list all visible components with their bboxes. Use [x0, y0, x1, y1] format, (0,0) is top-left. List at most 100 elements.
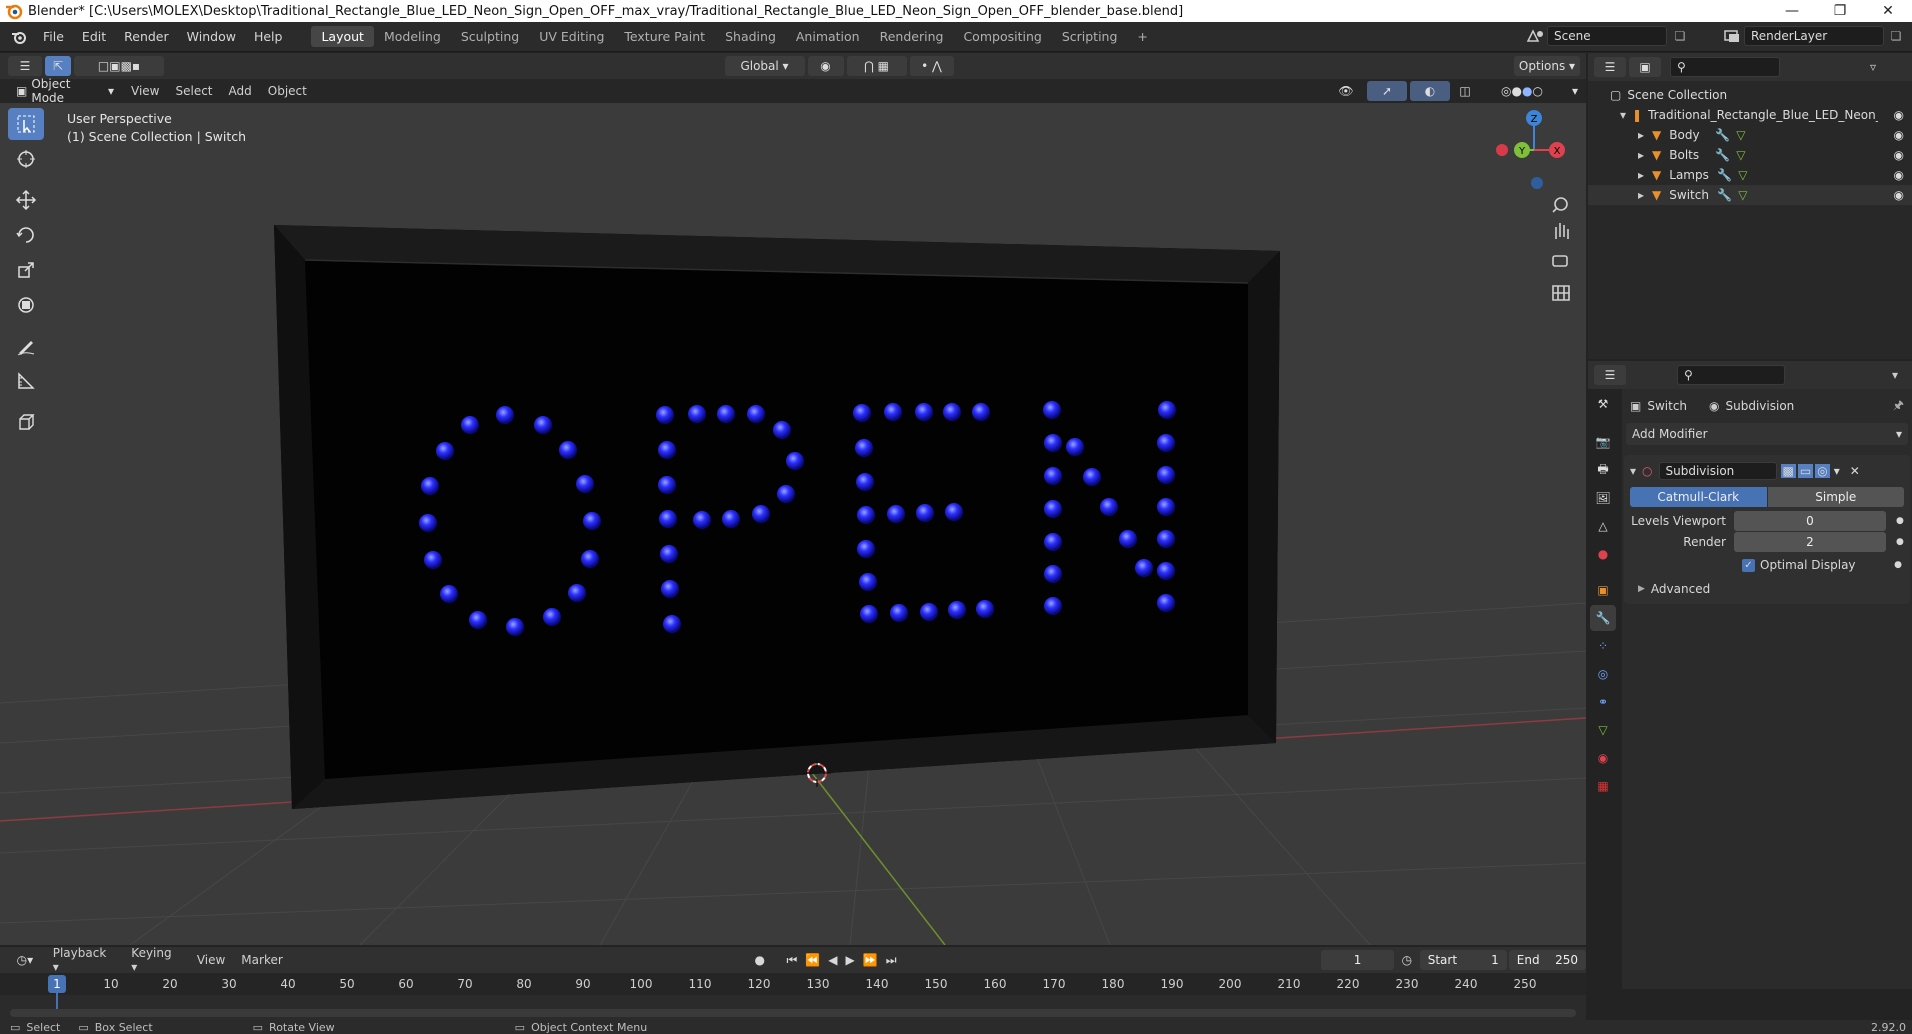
keyframe-dot-icon[interactable]: ● [1896, 537, 1904, 547]
transform-orientation-dropdown[interactable]: Global ▾ [724, 56, 805, 76]
eye-icon[interactable]: ◉ [1894, 128, 1904, 142]
stopwatch-icon[interactable]: ◷ [1394, 953, 1420, 967]
eye-icon[interactable]: ◉ [1894, 108, 1904, 122]
add-workspace-icon[interactable]: + [1127, 26, 1157, 47]
outliner-item-lamps[interactable]: ▸ ▼ Lamps 🔧 ▽ ◉ [1588, 165, 1912, 185]
advanced-section-header[interactable]: ▶ Advanced [1630, 582, 1904, 596]
catmull-clark-button[interactable]: Catmull-Clark [1630, 487, 1767, 507]
menu-file[interactable]: File [34, 29, 73, 44]
tab-texture-paint[interactable]: Texture Paint [614, 26, 715, 47]
outliner-editor-type-icon[interactable]: ☰ [1594, 57, 1626, 77]
jump-start-icon[interactable]: ⏮ [787, 953, 798, 968]
scene-copy-icon[interactable]: ❏ [1667, 29, 1693, 43]
collapse-arrow-icon[interactable]: ▸ [1638, 188, 1644, 202]
eye-icon[interactable]: ◉ [1894, 148, 1904, 162]
view-layer-tab-icon[interactable]: 🖼 [1590, 485, 1616, 511]
select-tool-icon[interactable]: ⇱ [45, 56, 71, 76]
keyframe-dot-icon[interactable]: ● [1894, 560, 1902, 570]
rotate-tool-icon[interactable] [8, 219, 44, 251]
gizmo-x-label[interactable]: X [1554, 146, 1561, 157]
edit-mode-toggle-icon[interactable]: ▩ [1780, 464, 1796, 478]
transform-tool-icon[interactable] [8, 289, 44, 321]
editor-type-icon[interactable]: ☰ [8, 56, 42, 76]
play-reverse-icon[interactable]: ◀ [828, 953, 837, 968]
modifier-tab-icon[interactable]: 🔧 [1590, 605, 1616, 631]
timeline-scrollbar[interactable] [10, 1009, 1576, 1017]
filter-icon[interactable]: ▿ [1870, 60, 1906, 74]
timeline-view-menu[interactable]: View [189, 953, 233, 967]
viewport-nav-buttons[interactable] [1552, 197, 1570, 301]
options-dropdown[interactable]: Options ▾ [1514, 56, 1580, 76]
overlay-toggle-icon[interactable]: ◐ [1410, 81, 1450, 101]
end-frame-field[interactable]: End 250 [1508, 950, 1586, 970]
viewport-toggle-icon[interactable]: ▭ [1797, 464, 1814, 478]
select-menu[interactable]: Select [167, 84, 220, 98]
playback-menu[interactable]: Playback ▾ [45, 946, 124, 974]
scene-selector[interactable]: Scene ❏ [1525, 24, 1693, 48]
expand-arrow-icon[interactable]: ▾ [1620, 108, 1626, 122]
display-mode-icon[interactable]: ▣ [1629, 57, 1661, 77]
menu-edit[interactable]: Edit [73, 29, 115, 44]
tab-compositing[interactable]: Compositing [953, 26, 1051, 47]
tab-shading[interactable]: Shading [715, 26, 786, 47]
measure-tool-icon[interactable] [8, 365, 44, 397]
eye-icon[interactable]: ◉ [1894, 188, 1904, 202]
timeline-editor-type-icon[interactable]: ◷▾ [8, 950, 42, 970]
minimize-button[interactable]: — [1768, 0, 1816, 22]
play-icon[interactable]: ▶ [846, 953, 855, 968]
modifier-menu-icon[interactable]: ▾ [1834, 464, 1840, 478]
pin-icon[interactable]: 🖈 [1893, 396, 1904, 417]
marker-menu[interactable]: Marker [233, 953, 290, 967]
menu-help[interactable]: Help [245, 29, 292, 44]
levels-viewport-field[interactable]: 0 [1734, 511, 1886, 531]
outliner-collection-row[interactable]: ▾ ❚ Traditional_Rectangle_Blue_LED_Neon_… [1588, 105, 1912, 125]
keyframe-dot-icon[interactable]: ● [1896, 516, 1904, 526]
collapse-arrow-icon[interactable]: ▸ [1638, 168, 1644, 182]
xray-toggle-icon[interactable]: ◫ [1453, 81, 1477, 101]
next-keyframe-icon[interactable]: ⏩ [863, 953, 878, 968]
outliner-search-input[interactable]: ⚲ [1670, 57, 1780, 77]
tab-animation[interactable]: Animation [786, 26, 870, 47]
tab-modeling[interactable]: Modeling [374, 26, 451, 47]
physics-tab-icon[interactable]: ◎ [1590, 661, 1616, 687]
frame-ruler[interactable]: 1 10 20 30 40 50 60 70 80 90 100 110 120… [0, 973, 1586, 1017]
snap-icon[interactable]: ⋂ ▦ [846, 56, 907, 76]
tab-rendering[interactable]: Rendering [870, 26, 954, 47]
gizmo-z-label[interactable]: Z [1531, 114, 1538, 125]
optimal-display-checkbox[interactable]: ✓ [1742, 558, 1755, 572]
tab-layout[interactable]: Layout [311, 26, 374, 47]
output-tab-icon[interactable]: 🖶 [1590, 457, 1616, 483]
constraints-tab-icon[interactable]: ⚭ [1590, 689, 1616, 715]
render-tab-icon[interactable]: 📷 [1590, 429, 1616, 455]
visibility-icon[interactable]: 👁 [1328, 81, 1364, 101]
renderlayer-copy-icon[interactable]: ❏ [1884, 29, 1908, 43]
data-tab-icon[interactable]: ▽ [1590, 717, 1616, 743]
eye-icon[interactable]: ◉ [1894, 168, 1904, 182]
tab-uv-editing[interactable]: UV Editing [529, 26, 614, 47]
render-levels-field[interactable]: 2 [1734, 532, 1886, 552]
add-modifier-dropdown[interactable]: Add Modifier ▾ [1626, 423, 1908, 445]
properties-editor-type-icon[interactable]: ☰ [1594, 365, 1626, 385]
scene-name-field[interactable]: Scene [1547, 26, 1667, 46]
3d-viewport[interactable]: Z X Y [0, 103, 1586, 945]
pan-hand-icon[interactable] [1555, 223, 1569, 239]
annotate-tool-icon[interactable] [8, 330, 44, 362]
simple-button[interactable]: Simple [1767, 487, 1904, 507]
add-menu[interactable]: Add [221, 84, 260, 98]
scale-tool-icon[interactable] [8, 254, 44, 286]
camera-view-icon[interactable] [1552, 255, 1568, 267]
current-frame-field[interactable]: 1 [1321, 950, 1395, 970]
collapse-arrow-icon[interactable]: ▸ [1638, 128, 1644, 142]
select-box-tool-icon[interactable] [8, 108, 44, 140]
render-toggle-icon[interactable]: ◎ [1815, 464, 1830, 478]
move-tool-icon[interactable] [8, 184, 44, 216]
view-menu[interactable]: View [123, 84, 167, 98]
outliner-item-body[interactable]: ▸ ▼ Body 🔧 ▽ ◉ [1588, 125, 1912, 145]
object-tab-icon[interactable]: ▣ [1590, 577, 1616, 603]
tab-scripting[interactable]: Scripting [1052, 26, 1128, 47]
add-cube-tool-icon[interactable] [8, 406, 44, 438]
mode-dropdown[interactable]: ▣ Object Mode ▾ [10, 77, 120, 105]
modifier-name-input[interactable]: Subdivision [1658, 462, 1777, 480]
collapse-modifier-icon[interactable]: ▾ [1630, 464, 1636, 478]
menu-window[interactable]: Window [178, 29, 245, 44]
